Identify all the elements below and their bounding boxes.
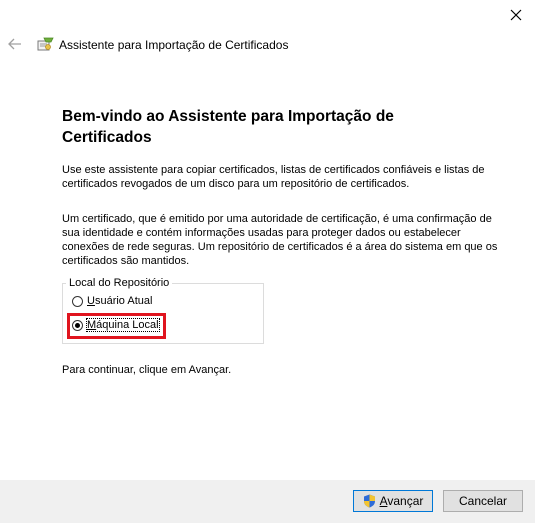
radio-current-user-label: Usuário Atual	[87, 295, 153, 307]
uac-shield-icon	[363, 494, 375, 508]
radio-button-unselected[interactable]	[72, 295, 83, 307]
certificate-wizard-icon	[37, 37, 54, 51]
store-location-legend: Local do Repositório	[66, 276, 173, 290]
radio-current-user[interactable]: Usuário Atual	[72, 295, 152, 307]
back-arrow-icon	[8, 38, 21, 50]
continue-instruction: Para continuar, clique em Avançar.	[62, 364, 232, 376]
window-title: Assistente para Importação de Certificad…	[59, 38, 289, 52]
page-heading: Bem-vindo ao Assistente para Importação …	[62, 108, 394, 146]
intro-paragraph: Use este assistente para copiar certific…	[62, 164, 485, 190]
certificate-description: Um certificado, que é emitido por uma au…	[62, 213, 498, 267]
close-icon	[510, 9, 522, 21]
next-button[interactable]: Avançar	[353, 490, 433, 512]
next-button-label: Avançar	[379, 494, 424, 508]
red-highlight-box	[67, 313, 166, 339]
back-button[interactable]	[6, 36, 24, 52]
cancel-button[interactable]: Cancelar	[443, 490, 523, 512]
close-button[interactable]	[503, 4, 529, 26]
